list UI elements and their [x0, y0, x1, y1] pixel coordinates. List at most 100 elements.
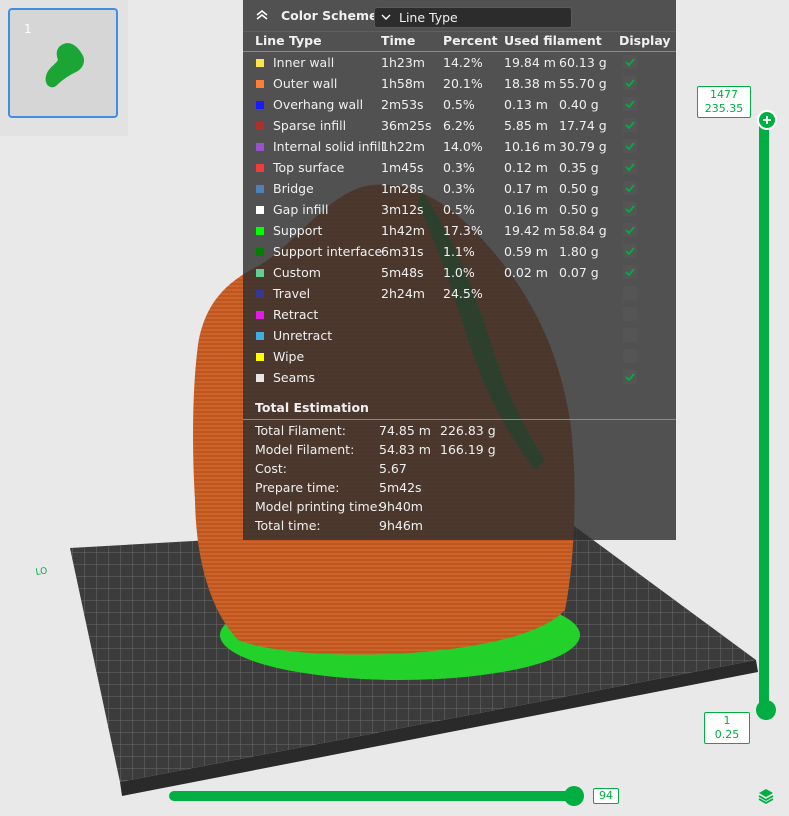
line-type-name: Sparse infill [273, 118, 347, 133]
line-filament-weight: 60.13 g [559, 55, 607, 70]
line-percent: 0.5% [443, 202, 475, 217]
legend-row[interactable]: Top surface 1m45s 0.3% 0.12 m 0.35 g [243, 157, 676, 178]
line-filament-length: 0.13 m [504, 97, 548, 112]
display-checkbox[interactable] [623, 286, 637, 300]
legend-row[interactable]: Gap infill 3m12s 0.5% 0.16 m 0.50 g [243, 199, 676, 220]
legend-row[interactable]: Wipe [243, 346, 676, 367]
line-percent: 17.3% [443, 223, 483, 238]
total-divider [243, 419, 676, 420]
line-filament-length: 5.85 m [504, 118, 548, 133]
line-filament-weight: 0.50 g [559, 202, 599, 217]
legend-column-headers: Line Type Time Percent Used filament Dis… [243, 33, 676, 51]
line-type-name: Retract [273, 307, 319, 322]
legend-row[interactable]: Bridge 1m28s 0.3% 0.17 m 0.50 g [243, 178, 676, 199]
bottom-layer-height: 0.25 [714, 728, 740, 741]
display-checkbox[interactable] [623, 370, 637, 384]
display-checkbox[interactable] [623, 97, 637, 111]
color-swatch [256, 80, 264, 88]
legend-row[interactable]: Seams [243, 367, 676, 388]
display-checkbox[interactable] [623, 223, 637, 237]
line-filament-length: 0.16 m [504, 202, 548, 217]
line-percent: 20.1% [443, 76, 483, 91]
legend-row[interactable]: Inner wall 1h23m 14.2% 19.84 m 60.13 g [243, 52, 676, 73]
legend-row[interactable]: Unretract [243, 325, 676, 346]
line-percent: 0.3% [443, 181, 475, 196]
color-swatch [256, 143, 264, 151]
display-checkbox[interactable] [623, 307, 637, 321]
line-filament-weight: 58.84 g [559, 223, 607, 238]
display-checkbox[interactable] [623, 265, 637, 279]
layer-slider-track[interactable] [759, 118, 769, 712]
display-checkbox[interactable] [623, 349, 637, 363]
bottom-layer-label: 1 0.25 [704, 712, 750, 744]
line-type-name: Support [273, 223, 323, 238]
plate-thumbnail[interactable]: 1 [8, 8, 118, 118]
move-slider-handle[interactable] [564, 786, 584, 806]
legend-row[interactable]: Sparse infill 36m25s 6.2% 5.85 m 17.74 g [243, 115, 676, 136]
line-time: 2h24m [381, 286, 425, 301]
color-swatch [256, 269, 264, 277]
display-checkbox[interactable] [623, 244, 637, 258]
chevron-up-double-icon[interactable] [254, 8, 270, 22]
line-filament-length: 18.38 m [504, 76, 556, 91]
display-checkbox[interactable] [623, 139, 637, 153]
line-type-name: Custom [273, 265, 321, 280]
plus-icon [763, 116, 771, 124]
chevron-down-icon [381, 14, 391, 20]
line-time: 2m53s [381, 97, 424, 112]
layer-slider-bottom-handle[interactable] [756, 700, 776, 720]
move-slider-track[interactable] [169, 791, 579, 801]
estimation-label: Cost: [255, 461, 288, 476]
color-scheme-dropdown[interactable]: Line Type [374, 7, 572, 28]
legend-row[interactable]: Internal solid infill 1h22m 14.0% 10.16 m 30… [243, 136, 676, 157]
display-checkbox[interactable] [623, 160, 637, 174]
legend-row[interactable]: Retract [243, 304, 676, 325]
color-swatch [256, 332, 264, 340]
line-filament-weight: 0.07 g [559, 265, 599, 280]
move-slider-value: 94 [593, 788, 619, 804]
line-percent: 14.2% [443, 55, 483, 70]
legend-row[interactable]: Overhang wall 2m53s 0.5% 0.13 m 0.40 g [243, 94, 676, 115]
check-icon [625, 247, 635, 256]
line-filament-length: 0.12 m [504, 160, 548, 175]
estimation-value: 9h40m [379, 499, 423, 514]
line-time: 36m25s [381, 118, 432, 133]
line-type-name: Inner wall [273, 55, 335, 70]
estimation-label: Model printing time: [255, 499, 382, 514]
legend-row[interactable]: Support interface 6m31s 1.1% 0.59 m 1.80 g [243, 241, 676, 262]
legend-header: Color Scheme Line Type [243, 0, 676, 32]
color-swatch [256, 374, 264, 382]
color-scheme-value: Line Type [399, 10, 458, 25]
top-layer-number: 1477 [710, 88, 738, 101]
display-checkbox[interactable] [623, 202, 637, 216]
estimation-label: Model Filament: [255, 442, 355, 457]
display-checkbox[interactable] [623, 118, 637, 132]
legend-row[interactable]: Custom 5m48s 1.0% 0.02 m 0.07 g [243, 262, 676, 283]
line-filament-length: 10.16 m [504, 139, 556, 154]
line-time: 1h58m [381, 76, 425, 91]
line-type-name: Top surface [273, 160, 345, 175]
color-swatch [256, 185, 264, 193]
line-type-name: Gap infill [273, 202, 329, 217]
display-checkbox[interactable] [623, 55, 637, 69]
line-percent: 0.3% [443, 160, 475, 175]
display-checkbox[interactable] [623, 328, 637, 342]
column-line-type: Line Type [255, 33, 322, 48]
legend-panel: Color Scheme Line Type Line Type Time Pe… [243, 0, 676, 540]
check-icon [625, 58, 635, 67]
legend-row[interactable]: Support 1h42m 17.3% 19.42 m 58.84 g [243, 220, 676, 241]
layers-icon[interactable] [757, 787, 775, 805]
check-icon [625, 163, 635, 172]
line-type-name: Outer wall [273, 76, 338, 91]
estimation-value: 5.67 [379, 461, 407, 476]
legend-rows: Inner wall 1h23m 14.2% 19.84 m 60.13 g Outer … [243, 52, 676, 388]
color-swatch [256, 101, 264, 109]
layer-slider-top-handle[interactable] [757, 110, 777, 130]
legend-row[interactable]: Travel 2h24m 24.5% [243, 283, 676, 304]
legend-row[interactable]: Outer wall 1h58m 20.1% 18.38 m 55.70 g [243, 73, 676, 94]
color-scheme-title: Color Scheme [281, 8, 378, 23]
display-checkbox[interactable] [623, 181, 637, 195]
line-filament-length: 0.59 m [504, 244, 548, 259]
display-checkbox[interactable] [623, 76, 637, 90]
line-filament-length: 0.02 m [504, 265, 548, 280]
